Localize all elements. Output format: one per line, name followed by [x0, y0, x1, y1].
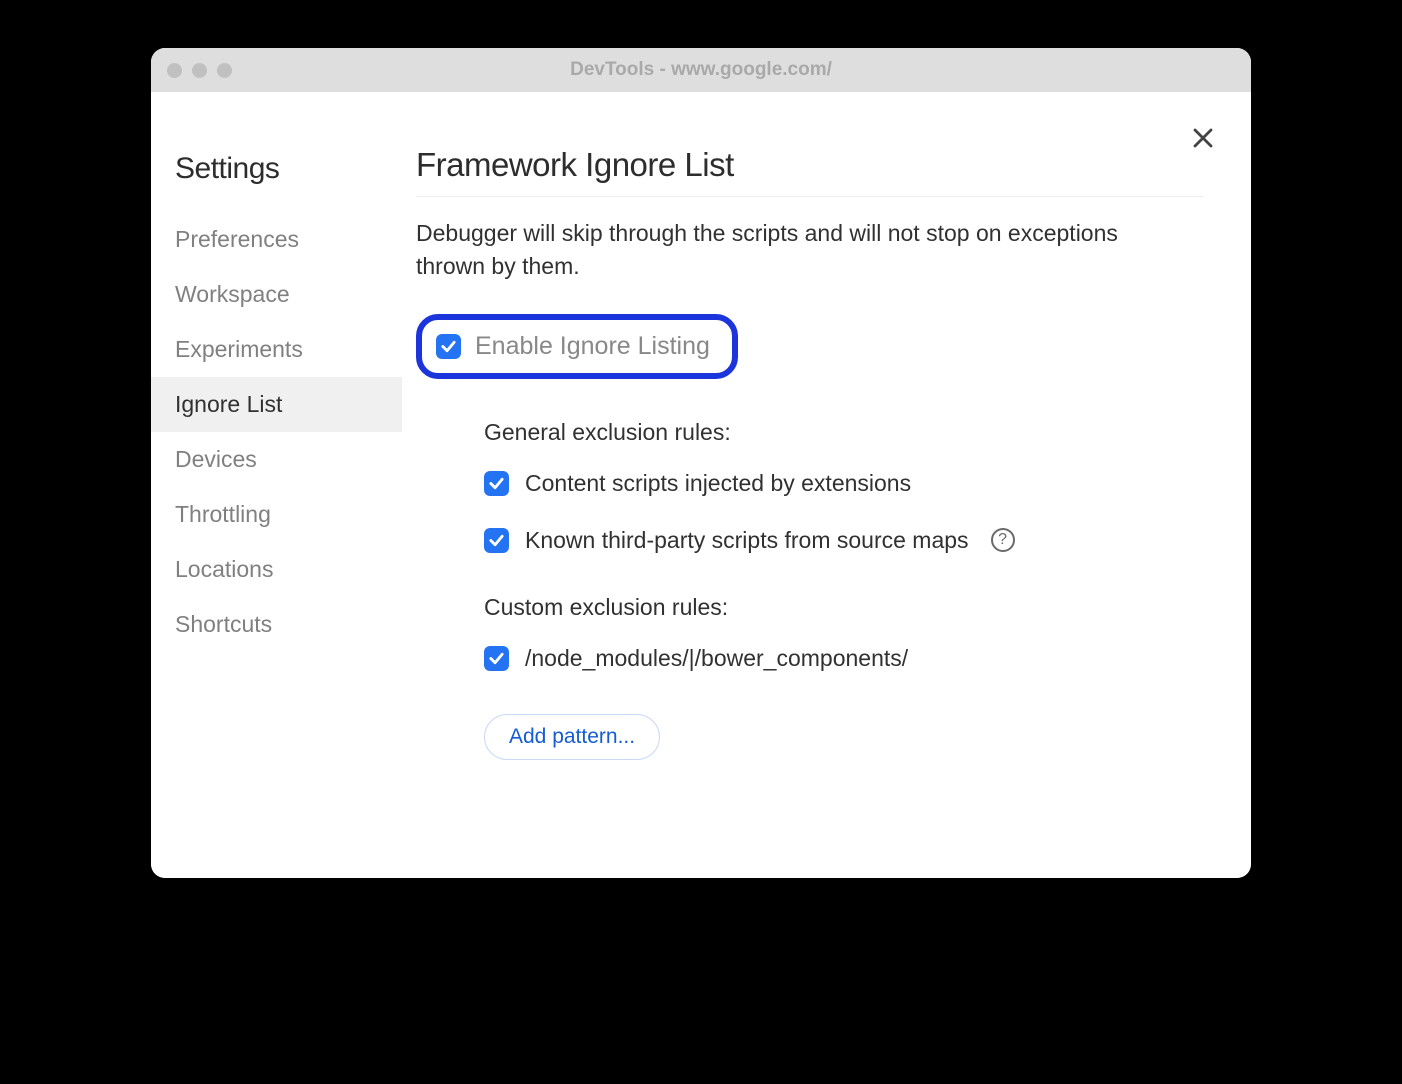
sidebar-item-ignore-list[interactable]: Ignore List [151, 377, 402, 432]
page-title: Framework Ignore List [416, 146, 1203, 197]
maximize-window-button[interactable] [217, 63, 232, 78]
close-icon [1191, 126, 1215, 150]
sidebar-item-workspace[interactable]: Workspace [169, 267, 396, 322]
sidebar-item-devices[interactable]: Devices [169, 432, 396, 487]
checkmark-icon [488, 475, 505, 492]
sidebar-item-experiments[interactable]: Experiments [169, 322, 396, 377]
add-pattern-button[interactable]: Add pattern... [484, 714, 660, 760]
sidebar-item-preferences[interactable]: Preferences [169, 212, 396, 267]
settings-sidebar: Settings Preferences Workspace Experimen… [151, 92, 396, 878]
rule-content-scripts-label: Content scripts injected by extensions [525, 470, 911, 497]
sidebar-item-throttling[interactable]: Throttling [169, 487, 396, 542]
sidebar-title: Settings [169, 152, 396, 186]
window-title: DevTools - www.google.com/ [151, 59, 1251, 81]
sidebar-item-shortcuts[interactable]: Shortcuts [169, 597, 396, 652]
enable-ignore-listing-highlight: Enable Ignore Listing [416, 314, 738, 379]
custom-rule-node-modules: /node_modules/|/bower_components/ [484, 645, 1203, 672]
window-titlebar: DevTools - www.google.com/ [151, 48, 1251, 92]
help-icon[interactable]: ? [991, 528, 1015, 552]
custom-rule-node-modules-checkbox[interactable] [484, 646, 509, 671]
checkmark-icon [440, 338, 457, 355]
devtools-settings-window: DevTools - www.google.com/ Settings Pref… [151, 48, 1251, 878]
close-window-button[interactable] [167, 63, 182, 78]
close-settings-button[interactable] [1191, 126, 1215, 155]
custom-rule-node-modules-label: /node_modules/|/bower_components/ [525, 645, 908, 672]
page-description: Debugger will skip through the scripts a… [416, 217, 1186, 284]
checkmark-icon [488, 532, 505, 549]
rule-content-scripts: Content scripts injected by extensions [484, 470, 1203, 497]
general-exclusion-section: General exclusion rules: Content scripts… [416, 419, 1203, 554]
settings-main-panel: Framework Ignore List Debugger will skip… [396, 92, 1251, 878]
rule-content-scripts-checkbox[interactable] [484, 471, 509, 496]
enable-ignore-listing-checkbox[interactable] [436, 334, 461, 359]
rule-third-party-scripts-checkbox[interactable] [484, 528, 509, 553]
checkmark-icon [488, 650, 505, 667]
custom-exclusion-section: Custom exclusion rules: /node_modules/|/… [416, 594, 1203, 760]
sidebar-item-locations[interactable]: Locations [169, 542, 396, 597]
enable-ignore-listing-label: Enable Ignore Listing [475, 332, 710, 361]
rule-third-party-scripts-label: Known third-party scripts from source ma… [525, 527, 969, 554]
traffic-lights [167, 63, 232, 78]
custom-exclusion-heading: Custom exclusion rules: [484, 594, 1203, 621]
rule-third-party-scripts: Known third-party scripts from source ma… [484, 527, 1203, 554]
settings-content: Settings Preferences Workspace Experimen… [151, 92, 1251, 878]
general-exclusion-heading: General exclusion rules: [484, 419, 1203, 446]
minimize-window-button[interactable] [192, 63, 207, 78]
